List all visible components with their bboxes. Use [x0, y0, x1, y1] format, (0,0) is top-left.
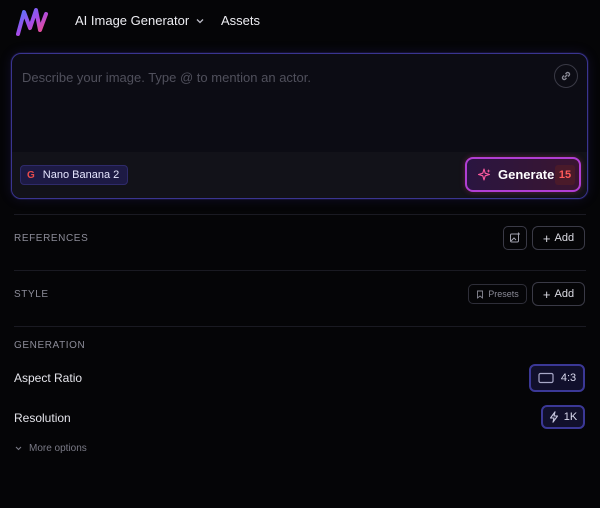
prompt-card: G Nano Banana 2 Generate 15 [11, 53, 588, 199]
divider [14, 214, 586, 215]
aspect-ratio-label: Aspect Ratio [14, 371, 83, 385]
generate-label: Generate [498, 167, 555, 182]
add-style-button[interactable]: + Add [532, 282, 585, 306]
app-logo[interactable] [14, 6, 50, 38]
plus-icon: + [542, 230, 551, 246]
lightning-icon [549, 411, 558, 423]
aspect-ratio-value: 4:3 [560, 372, 577, 384]
resolution-selector[interactable]: 1K [541, 405, 585, 429]
divider [14, 326, 586, 327]
references-label: REFERENCES [14, 233, 89, 244]
divider [14, 270, 586, 271]
mention-link-button[interactable] [554, 64, 578, 88]
nav-assets-label: Assets [221, 13, 261, 28]
upload-image-button[interactable] [503, 226, 527, 250]
more-options-label: More options [29, 443, 87, 454]
generate-button[interactable]: Generate 15 [465, 157, 581, 192]
bookmark-icon [477, 290, 484, 299]
model-selector[interactable]: G Nano Banana 2 [20, 165, 129, 185]
add-style-label: Add [554, 288, 575, 300]
add-reference-label: Add [554, 232, 575, 244]
chevron-down-icon [196, 18, 204, 23]
link-icon [561, 71, 571, 81]
more-options-toggle[interactable]: More options [14, 443, 87, 454]
add-reference-button[interactable]: + Add [532, 226, 585, 250]
aspect-ratio-icon [538, 372, 554, 384]
resolution-label: Resolution [14, 411, 71, 425]
credits-badge: 15 [555, 165, 575, 185]
plus-icon: + [542, 286, 551, 302]
prompt-footer: G Nano Banana 2 Generate 15 [12, 152, 587, 198]
nav-ai-image-generator[interactable]: AI Image Generator [75, 13, 205, 28]
resolution-value: 1K [563, 411, 578, 423]
generation-label: GENERATION [14, 340, 86, 351]
aspect-ratio-selector[interactable]: 4:3 [529, 364, 585, 392]
chevron-down-icon [15, 446, 22, 451]
google-icon: G [27, 169, 35, 181]
sparkles-icon [477, 167, 491, 181]
presets-label: Presets [488, 289, 519, 299]
image-add-icon [510, 232, 520, 243]
style-label: STYLE [14, 289, 49, 300]
prompt-input[interactable] [22, 66, 542, 88]
presets-button[interactable]: Presets [468, 284, 527, 304]
top-bar: AI Image Generator Assets [0, 0, 600, 44]
nav-ai-image-generator-label: AI Image Generator [75, 13, 190, 28]
model-name: Nano Banana 2 [42, 169, 120, 181]
nav-assets[interactable]: Assets [221, 13, 260, 28]
